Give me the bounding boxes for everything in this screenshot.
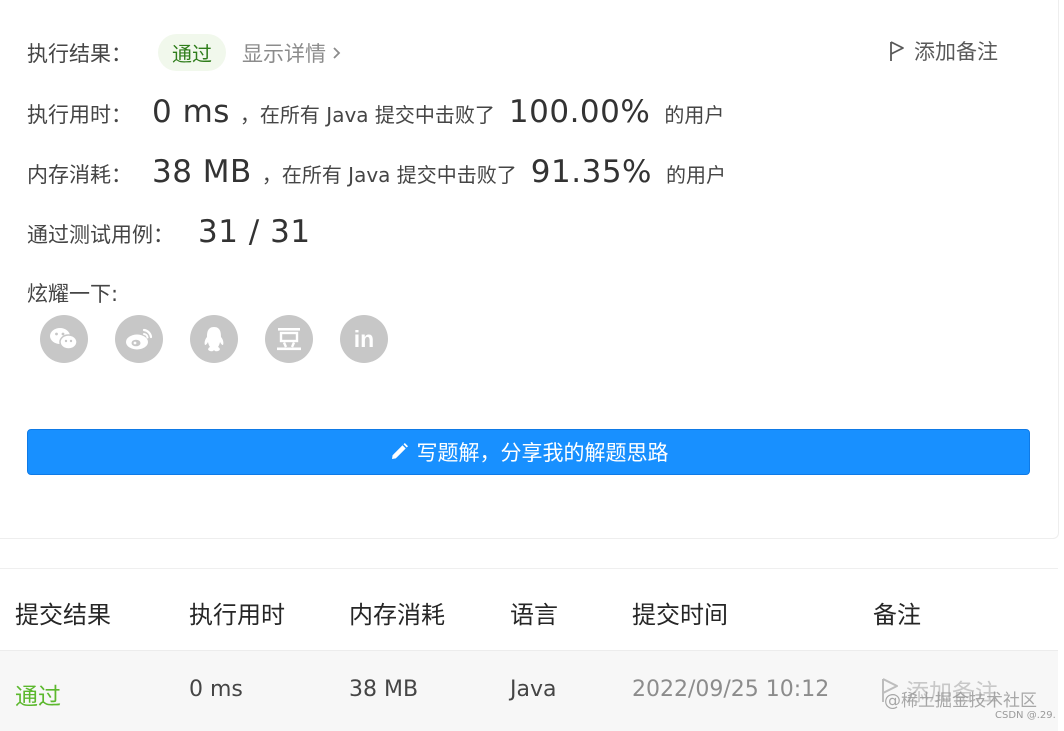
linkedin-icon[interactable]: in bbox=[340, 315, 388, 363]
runtime-suffix: 的用户 bbox=[664, 103, 725, 127]
write-solution-button[interactable]: 写题解，分享我的解题思路 bbox=[27, 429, 1030, 475]
col-language-header: 语言 bbox=[510, 601, 558, 629]
flag-icon bbox=[890, 41, 904, 61]
runtime-value: 0 ms bbox=[152, 94, 230, 130]
share-icons: in bbox=[40, 315, 388, 363]
memory-suffix: 的用户 bbox=[666, 163, 726, 187]
show-details-link[interactable]: 显示详情 bbox=[242, 38, 341, 68]
row-time: 2022/09/25 10:12 bbox=[632, 677, 830, 702]
col-memory-header: 内存消耗 bbox=[349, 601, 445, 629]
runtime-mid-text: ，在所有 Java 提交中击败了 bbox=[239, 103, 495, 127]
table-header: 提交结果 执行用时 内存消耗 语言 提交时间 备注 bbox=[0, 569, 1058, 651]
result-label: 执行结果： bbox=[27, 41, 132, 66]
row-status[interactable]: 通过 bbox=[15, 677, 61, 711]
tests-label: 通过测试用例： bbox=[27, 223, 174, 247]
row-language: Java bbox=[510, 677, 557, 702]
memory-percent: 91.35% bbox=[530, 154, 652, 190]
tests-value: 31 / 31 bbox=[198, 214, 311, 250]
col-runtime-header: 执行用时 bbox=[189, 601, 285, 629]
memory-value: 38 MB bbox=[152, 154, 252, 190]
watermark: @稀土掘金技术社区 bbox=[884, 691, 1037, 711]
add-note-button[interactable]: 添加备注 bbox=[888, 36, 998, 66]
show-details-label: 显示详情 bbox=[242, 41, 326, 66]
wechat-icon[interactable] bbox=[40, 315, 88, 363]
result-row: 执行结果： 通过 显示详情 bbox=[27, 34, 341, 71]
share-label: 炫耀一下: bbox=[27, 282, 119, 306]
weibo-icon[interactable] bbox=[115, 315, 163, 363]
chevron-right-icon bbox=[333, 46, 341, 59]
watermark-small: CSDN @.29. bbox=[995, 710, 1056, 721]
add-note-label: 添加备注 bbox=[914, 40, 998, 64]
runtime-row: 执行用时： 0 ms ，在所有 Java 提交中击败了 100.00% 的用户 bbox=[27, 94, 724, 130]
memory-mid-text: ，在所有 Java 提交中击败了 bbox=[261, 163, 517, 187]
pencil-icon bbox=[391, 443, 408, 459]
col-time-header: 提交时间 bbox=[632, 601, 728, 629]
status-badge: 通过 bbox=[158, 34, 226, 71]
write-solution-label: 写题解，分享我的解题思路 bbox=[416, 441, 669, 465]
memory-row: 内存消耗： 38 MB ，在所有 Java 提交中击败了 91.35% 的用户 bbox=[27, 154, 726, 190]
share-row: 炫耀一下: bbox=[27, 278, 118, 308]
memory-label: 内存消耗： bbox=[27, 163, 132, 187]
row-memory: 38 MB bbox=[349, 677, 419, 702]
col-note-header: 备注 bbox=[873, 601, 921, 629]
runtime-label: 执行用时： bbox=[27, 103, 132, 127]
row-runtime: 0 ms bbox=[189, 677, 243, 702]
tests-row: 通过测试用例： 31 / 31 bbox=[27, 214, 311, 250]
qq-icon[interactable] bbox=[190, 315, 238, 363]
result-card: 执行结果： 通过 显示详情 添加备注 执行用时： 0 ms ，在所有 Java … bbox=[0, 0, 1059, 539]
col-status-header: 提交结果 bbox=[15, 601, 111, 629]
douban-icon[interactable] bbox=[265, 315, 313, 363]
runtime-percent: 100.00% bbox=[508, 94, 651, 130]
